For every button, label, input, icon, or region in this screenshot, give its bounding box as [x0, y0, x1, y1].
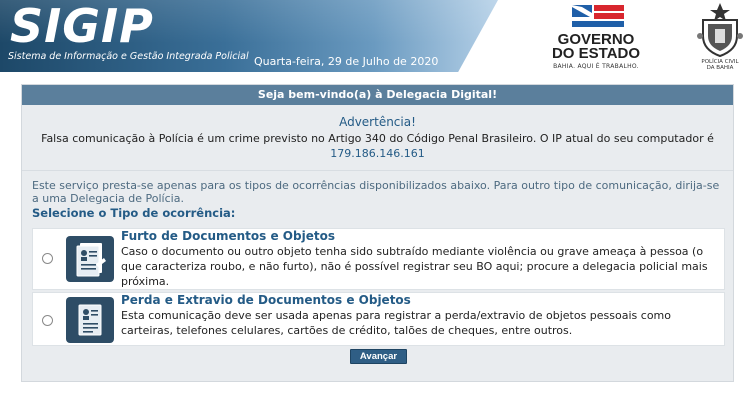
document-loss-icon — [66, 297, 114, 343]
radio-furto[interactable] — [42, 253, 53, 264]
bahia-flag-icon — [572, 5, 624, 27]
gov-name: GOVERNO DO ESTADO — [530, 32, 662, 62]
gov-name-line2: DO ESTADO — [551, 45, 641, 62]
warning-text: Falsa comunicação à Polícia é um crime p… — [22, 131, 733, 161]
panel-title: Seja bem-vindo(a) à Delegacia Digital! — [22, 85, 733, 105]
warning-title: Advertência! — [339, 115, 416, 129]
police-badge: POLÍCIA CIVIL DA BAHIA — [695, 2, 745, 71]
police-label-line2: DA BAHIA — [706, 65, 734, 71]
police-crest-icon — [697, 3, 743, 58]
sigip-logo: SIGIP — [10, 0, 154, 53]
site-header: SIGIP Sistema de Informação e Gestão Int… — [0, 0, 750, 72]
warning-body: Falsa comunicação à Polícia é um crime p… — [41, 132, 714, 145]
select-occurrence-label: Selecione o Tipo de ocorrência: — [32, 206, 236, 220]
gov-tagline: BAHIA. AQUI É TRABALHO. — [553, 63, 639, 70]
government-logo: GOVERNO DO ESTADO BAHIA. AQUI É TRABALHO… — [530, 3, 662, 70]
option-furto-title[interactable]: Furto de Documentos e Objetos — [121, 229, 335, 244]
option-perda-title[interactable]: Perda e Extravio de Documentos e Objetos — [121, 293, 411, 308]
ip-address: 179.186.146.161 — [330, 147, 425, 160]
logo-subtitle: Sistema de Informação e Gestão Integrada… — [8, 51, 249, 62]
current-date: Quarta-feira, 29 de Julho de 2020 — [254, 55, 439, 68]
advance-button[interactable]: Avançar — [350, 349, 407, 364]
occurrence-panel: Seja bem-vindo(a) à Delegacia Digital! A… — [21, 84, 734, 382]
divider — [22, 170, 733, 171]
document-theft-icon — [66, 236, 114, 282]
info-text: Este serviço presta-se apenas para os ti… — [32, 179, 720, 205]
radio-perda[interactable] — [42, 315, 53, 326]
option-perda-description: Esta comunicação deve ser usada apenas p… — [121, 309, 671, 337]
police-label: POLÍCIA CIVIL DA BAHIA — [695, 59, 745, 71]
option-perda[interactable]: Perda e Extravio de Documentos e Objetos… — [32, 292, 725, 346]
option-furto-description: Caso o documento ou outro objeto tenha s… — [121, 245, 708, 288]
option-furto[interactable]: Furto de Documentos e Objetos Caso o doc… — [32, 228, 725, 290]
